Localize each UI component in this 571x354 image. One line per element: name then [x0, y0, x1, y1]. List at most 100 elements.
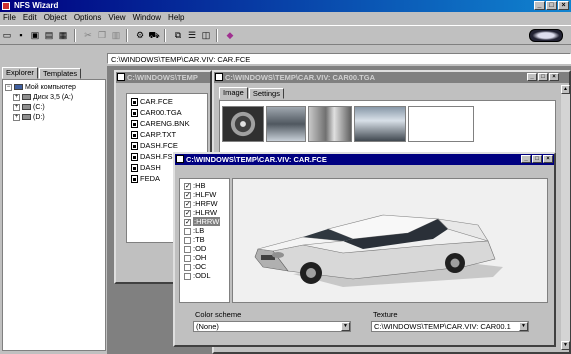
3d-viewport[interactable]: [232, 178, 548, 303]
menubar: File Edit Object Options View Window Hel…: [0, 12, 571, 24]
menu-edit[interactable]: Edit: [23, 12, 37, 24]
part-checkbox-row[interactable]: :OD: [184, 244, 206, 253]
car-hubcap-front: [306, 268, 316, 278]
tab-templates[interactable]: Templates: [38, 68, 82, 79]
checkbox[interactable]: [184, 263, 191, 271]
tile-icon[interactable]: ⧉: [172, 29, 184, 41]
collapse-icon[interactable]: −: [5, 83, 12, 91]
cut-icon[interactable]: ✂: [82, 29, 94, 41]
list-item[interactable]: DASH.FSH: [131, 151, 178, 162]
list-item[interactable]: CARP.TXT: [131, 129, 176, 140]
menu-help[interactable]: Help: [168, 12, 184, 24]
close-button[interactable]: ×: [543, 155, 553, 163]
minimize-button[interactable]: _: [521, 155, 531, 163]
list-item[interactable]: DASH.FCE: [131, 140, 178, 151]
parts-checklist[interactable]: ✓:HB ✓:HLFW ✓:HRFW ✓:HLRW ✓:HRRW :LB :TB…: [179, 178, 230, 303]
checkbox[interactable]: ✓: [184, 191, 191, 199]
tga-tabs: Image Settings: [219, 87, 285, 99]
list-item[interactable]: CARENG.BNK: [131, 118, 190, 129]
tree-item-my-computer[interactable]: − Мой компьютер: [5, 83, 76, 92]
chevron-down-icon[interactable]: ▼: [341, 322, 350, 331]
viv-window-titlebar[interactable]: C:\WINDOWS\TEMP: [116, 72, 210, 83]
part-checkbox-row[interactable]: ✓:HLFW: [184, 190, 216, 199]
car-headlight: [272, 252, 284, 258]
expand-icon[interactable]: +: [13, 113, 20, 121]
save-icon[interactable]: ▪: [15, 29, 27, 41]
checkbox[interactable]: ✓: [184, 209, 191, 217]
menu-view[interactable]: View: [108, 12, 125, 24]
menu-window[interactable]: Window: [133, 12, 161, 24]
explorer-tree[interactable]: − Мой компьютер + Диск 3,5 (A:) + (C:) + (D:…: [2, 79, 106, 351]
close-button[interactable]: ×: [558, 1, 569, 10]
maximize-button[interactable]: □: [546, 1, 557, 10]
window-icon: [176, 155, 184, 163]
checkbox[interactable]: ✓: [184, 218, 191, 226]
texture-preview-panel: [219, 100, 556, 156]
paste-icon[interactable]: ▥: [110, 29, 122, 41]
maximize-button[interactable]: □: [532, 155, 542, 163]
tga-vertical-scrollbar[interactable]: ▲ ▼: [561, 85, 570, 350]
tab-settings[interactable]: Settings: [248, 88, 284, 99]
minimize-button[interactable]: _: [534, 1, 545, 10]
car-icon[interactable]: ⚙: [134, 29, 146, 41]
tga-window-titlebar[interactable]: C:\WINDOWS\TEMP\CAR.VIV: CAR00.TGA _ □ ×: [214, 72, 569, 83]
file-icon: [131, 153, 138, 162]
checkbox[interactable]: ✓: [184, 200, 191, 208]
checkbox[interactable]: [184, 236, 191, 244]
tree-item-floppy[interactable]: + Диск 3,5 (A:): [13, 93, 73, 102]
car-hubcap-rear: [450, 258, 460, 268]
checkbox[interactable]: [184, 272, 191, 280]
part-checkbox-row[interactable]: :TB: [184, 235, 205, 244]
app-titlebar[interactable]: NFS Wizard _ □ ×: [0, 0, 571, 12]
export-icon[interactable]: ⛟: [148, 29, 160, 41]
checkbox[interactable]: [184, 227, 191, 235]
color-scheme-label: Color scheme: [195, 310, 242, 319]
tree-item-c-drive[interactable]: + (C:): [13, 103, 45, 112]
checkbox[interactable]: [184, 245, 191, 253]
list-item[interactable]: CAR.FCE: [131, 96, 173, 107]
part-checkbox-row[interactable]: ✓:HB: [184, 181, 206, 190]
file-icon: [131, 120, 138, 129]
window-icon[interactable]: ◫: [200, 29, 212, 41]
cascade-icon[interactable]: ☰: [186, 29, 198, 41]
part-checkbox-row[interactable]: ✓:HLRW: [184, 208, 217, 217]
part-checkbox-row[interactable]: :OC: [184, 262, 206, 271]
texture-select[interactable]: C:\WINDOWS\TEMP\CAR.VIV: CAR00.1 ▼: [371, 321, 529, 332]
checkbox[interactable]: ✓: [184, 182, 191, 190]
copy-icon[interactable]: ❐: [96, 29, 108, 41]
menu-file[interactable]: File: [3, 12, 16, 24]
properties-icon[interactable]: ▦: [57, 29, 69, 41]
maximize-button[interactable]: □: [538, 73, 548, 81]
texture-preview-image: [266, 106, 306, 142]
chevron-down-icon[interactable]: ▼: [519, 322, 528, 331]
fce-window-titlebar[interactable]: C:\WINDOWS\TEMP\CAR.VIV: CAR.FCE _ □ ×: [175, 154, 554, 165]
eraser-icon[interactable]: ◆: [224, 29, 236, 41]
brand-logo: [529, 29, 563, 42]
scroll-up-arrow-icon[interactable]: ▲: [561, 85, 570, 94]
part-checkbox-row-selected[interactable]: ✓:HRRW: [184, 217, 221, 226]
save-all-icon[interactable]: ▣: [29, 29, 41, 41]
part-checkbox-row[interactable]: ✓:HRFW: [184, 199, 218, 208]
menu-object[interactable]: Object: [44, 12, 67, 24]
scroll-down-arrow-icon[interactable]: ▼: [561, 341, 570, 350]
close-button[interactable]: ×: [549, 73, 559, 81]
menu-options[interactable]: Options: [74, 12, 102, 24]
expand-icon[interactable]: +: [13, 103, 20, 111]
list-item[interactable]: FEDA: [131, 173, 160, 184]
part-checkbox-row[interactable]: :LB: [184, 226, 204, 235]
tab-image[interactable]: Image: [219, 87, 248, 99]
part-checkbox-row[interactable]: :ODL: [184, 271, 211, 280]
app-icon: [2, 2, 10, 10]
minimize-button[interactable]: _: [527, 73, 537, 81]
checkbox[interactable]: [184, 254, 191, 262]
list-item[interactable]: DASH: [131, 162, 161, 173]
new-icon[interactable]: ▭: [1, 29, 13, 41]
part-checkbox-row[interactable]: :OH: [184, 253, 206, 262]
expand-icon[interactable]: +: [13, 93, 20, 101]
open-icon[interactable]: ▤: [43, 29, 55, 41]
app-title: NFS Wizard: [14, 1, 59, 10]
tab-explorer[interactable]: Explorer: [2, 67, 38, 79]
color-scheme-select[interactable]: (None) ▼: [193, 321, 351, 332]
list-item[interactable]: CAR00.TGA: [131, 107, 182, 118]
tree-item-d-drive[interactable]: + (D:): [13, 113, 45, 122]
